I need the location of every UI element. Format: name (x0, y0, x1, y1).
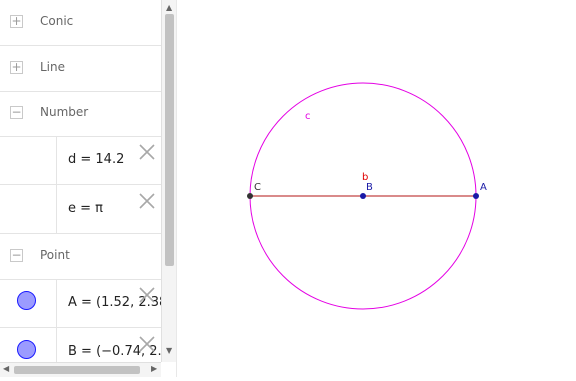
close-icon[interactable] (137, 191, 157, 211)
scroll-right-icon[interactable]: ▶ (151, 364, 157, 373)
expand-icon[interactable]: + (10, 61, 23, 74)
item-gutter (0, 185, 57, 233)
scroll-thumb[interactable] (165, 14, 174, 266)
algebra-item-text[interactable]: e = π (68, 201, 103, 216)
point-B[interactable] (360, 193, 366, 199)
algebra-view: + Conic + Line − Number d = 14.2 e = π −… (0, 0, 162, 362)
category-label-number: Number (40, 105, 89, 119)
label-point-B: B (366, 182, 373, 193)
scroll-up-icon[interactable]: ▲ (166, 3, 172, 12)
algebra-item-B[interactable]: B = (−0.74, 2.38 (0, 328, 161, 362)
algebra-item-d[interactable]: d = 14.2 (0, 136, 161, 185)
visibility-toggle-icon[interactable] (17, 291, 36, 310)
category-label-conic: Conic (40, 14, 74, 28)
scroll-down-icon[interactable]: ▼ (166, 346, 172, 355)
expand-icon[interactable]: + (10, 15, 23, 28)
algebra-vertical-scrollbar[interactable]: ▲ ▼ (161, 0, 176, 362)
point-C[interactable] (247, 193, 253, 199)
category-label-line: Line (40, 60, 66, 74)
point-A[interactable] (473, 193, 479, 199)
close-icon[interactable] (137, 334, 157, 354)
algebra-item-e[interactable]: e = π (0, 185, 161, 234)
scroll-left-icon[interactable]: ◀ (3, 364, 9, 373)
close-icon[interactable] (137, 142, 157, 162)
label-point-C: C (254, 182, 261, 193)
item-gutter (0, 279, 57, 327)
collapse-icon[interactable]: − (10, 106, 23, 119)
label-circle-c: c (305, 111, 311, 122)
item-gutter (0, 328, 57, 362)
close-icon[interactable] (137, 285, 157, 305)
category-label-point: Point (40, 248, 70, 262)
algebra-horizontal-scrollbar[interactable]: ◀ ▶ (0, 362, 161, 377)
category-point[interactable]: − Point (0, 234, 161, 280)
visibility-toggle-icon[interactable] (17, 340, 36, 359)
category-line[interactable]: + Line (0, 46, 161, 92)
collapse-icon[interactable]: − (10, 249, 23, 262)
algebra-item-text[interactable]: d = 14.2 (68, 152, 124, 167)
algebra-item-A[interactable]: A = (1.52, 2.38 (0, 279, 161, 328)
item-gutter (0, 136, 57, 184)
category-number[interactable]: − Number (0, 91, 161, 137)
graphics-view[interactable]: c b B A C (176, 0, 576, 377)
label-point-A: A (480, 182, 487, 193)
scroll-thumb[interactable] (14, 366, 140, 374)
graphics-canvas[interactable]: c b B A C (177, 0, 576, 377)
category-conic[interactable]: + Conic (0, 0, 161, 46)
